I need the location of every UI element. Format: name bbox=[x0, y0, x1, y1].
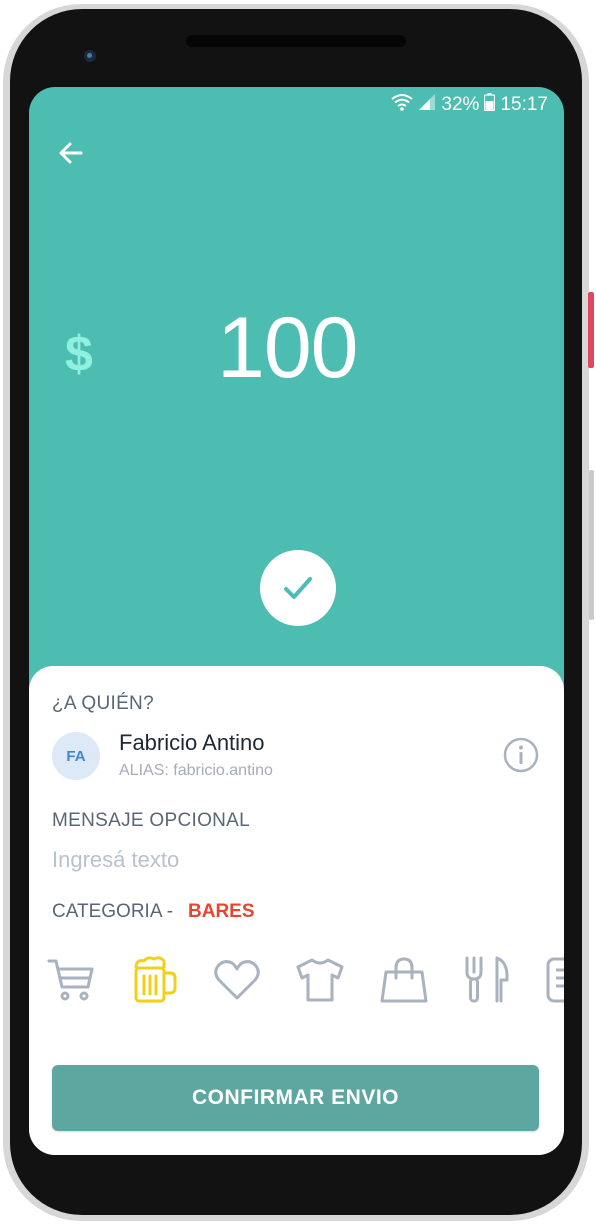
category-cart[interactable] bbox=[46, 954, 98, 1006]
front-camera bbox=[84, 50, 96, 62]
message-label: MENSAJE OPCIONAL bbox=[52, 810, 251, 831]
battery-percentage: 32% bbox=[441, 94, 480, 115]
transfer-details-sheet: ¿A QUIÉN? FA Fabricio Antino ALIAS: fabr… bbox=[29, 666, 564, 1155]
signal-icon bbox=[418, 93, 436, 117]
recipient-info-button[interactable] bbox=[503, 737, 539, 773]
beer-icon bbox=[134, 956, 177, 1003]
app-screen: 32% 15:17 $ 100 ¿A QUIÉN? FA Fabricio An… bbox=[29, 87, 564, 1155]
selected-category: BARES bbox=[188, 901, 255, 922]
category-label: CATEGORIA - bbox=[52, 901, 174, 922]
info-icon bbox=[503, 737, 539, 773]
receipt-icon bbox=[546, 957, 564, 1003]
recipient-section-label: ¿A QUIÉN? bbox=[52, 693, 154, 714]
category-clothing[interactable] bbox=[294, 954, 346, 1006]
heart-icon bbox=[214, 960, 260, 1000]
arrow-left-icon bbox=[59, 142, 83, 164]
recipient-name: Fabricio Antino bbox=[119, 730, 265, 755]
wifi-icon bbox=[391, 93, 414, 117]
status-bar: 32% 15:17 bbox=[391, 93, 548, 117]
back-button[interactable] bbox=[55, 137, 87, 169]
category-bares[interactable] bbox=[130, 954, 182, 1006]
category-food[interactable] bbox=[461, 954, 513, 1006]
amount-confirm-button[interactable] bbox=[260, 550, 336, 626]
fork-knife-icon bbox=[465, 956, 509, 1003]
speaker-grille bbox=[186, 35, 406, 47]
avatar: FA bbox=[52, 732, 100, 780]
category-health[interactable] bbox=[211, 954, 263, 1006]
check-icon bbox=[284, 577, 312, 599]
confirm-send-button[interactable]: CONFIRMAR ENVIO bbox=[52, 1065, 539, 1131]
shopping-bag-icon bbox=[380, 957, 428, 1003]
volume-button bbox=[589, 470, 594, 620]
cart-icon bbox=[47, 959, 94, 1001]
shirt-icon bbox=[296, 958, 344, 1002]
recipient-alias: ALIAS: fabricio.antino bbox=[119, 762, 273, 779]
battery-icon bbox=[484, 93, 496, 117]
message-input[interactable] bbox=[52, 844, 532, 876]
amount-value[interactable]: 100 bbox=[217, 299, 358, 398]
category-services[interactable] bbox=[544, 954, 564, 1006]
status-time: 15:17 bbox=[500, 94, 548, 115]
category-shopping[interactable] bbox=[378, 954, 430, 1006]
power-button bbox=[588, 292, 594, 368]
currency-symbol: $ bbox=[65, 326, 93, 382]
